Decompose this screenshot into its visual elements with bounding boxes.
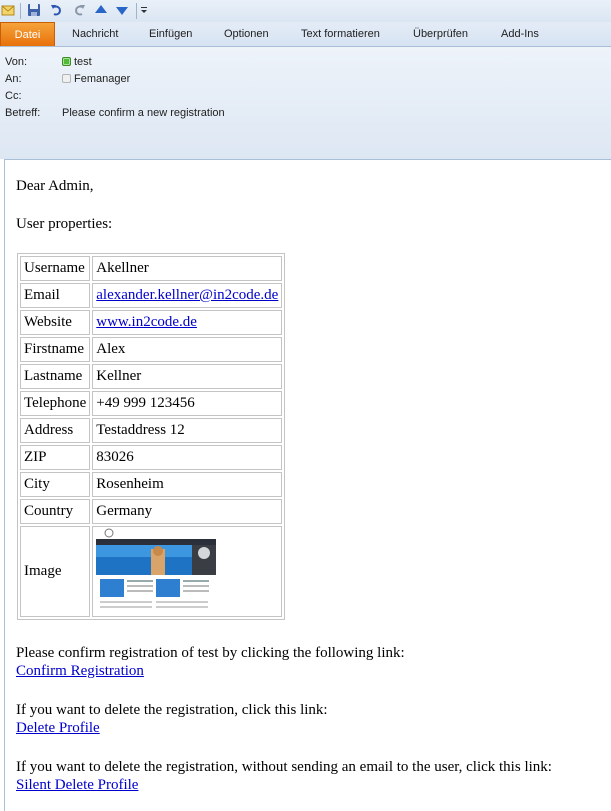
property-link[interactable]: alexander.kellner@in2code.de: [96, 287, 278, 303]
silent-delete-profile-link[interactable]: Silent Delete Profile: [16, 776, 138, 794]
message-body: Dear Admin, User properties: Username Ake…: [4, 159, 611, 811]
property-value: Germany: [96, 503, 153, 519]
intro-text: User properties:: [16, 216, 113, 232]
from-value: test: [74, 56, 92, 68]
table-row: ZIP 83026: [20, 445, 283, 470]
delete-profile-link[interactable]: Delete Profile: [16, 719, 100, 737]
to-value: Femanager: [74, 73, 131, 85]
previous-item-icon[interactable]: [94, 3, 108, 17]
property-value: Akellner: [96, 260, 149, 276]
toolbar-separator: [136, 3, 137, 19]
user-properties-table: Username Akellner Email alexander.kellner@i…: [17, 253, 286, 620]
property-value-cell: www.in2code.de: [92, 310, 283, 335]
property-value-cell: alexander.kellner@in2code.de: [92, 283, 283, 308]
greeting: Dear Admin,: [16, 178, 94, 194]
property-value: Testaddress 12: [96, 422, 185, 438]
subject-value: Please confirm a new registration: [62, 107, 225, 119]
property-value: +49 999 123456: [96, 395, 195, 411]
table-row: Image: [20, 526, 283, 617]
table-row: Country Germany: [20, 499, 283, 524]
mail-icon: [1, 5, 15, 16]
property-link[interactable]: www.in2code.de: [96, 314, 197, 330]
property-value: Rosenheim: [96, 476, 164, 492]
customize-toolbar-icon[interactable]: [139, 3, 149, 17]
subject-label: Betreff:: [5, 107, 41, 119]
ribbon-tabs: Datei Nachricht Einfügen Optionen Text f…: [0, 22, 611, 47]
tab-format-text[interactable]: Text formatieren: [301, 22, 380, 46]
property-name: Lastname: [20, 364, 91, 389]
property-name: Website: [20, 310, 91, 335]
property-value-cell: Alex: [92, 337, 283, 362]
table-row: Website www.in2code.de: [20, 310, 283, 335]
next-item-icon[interactable]: [115, 3, 129, 17]
property-value-cell: Testaddress 12: [92, 418, 283, 443]
property-name: Country: [20, 499, 91, 524]
property-value-cell: Germany: [92, 499, 283, 524]
to-field[interactable]: Femanager: [62, 73, 130, 85]
tab-message[interactable]: Nachricht: [72, 22, 118, 46]
property-name: ZIP: [20, 445, 91, 470]
property-name: Address: [20, 418, 91, 443]
confirm-text: Please confirm registration of test by c…: [16, 645, 405, 661]
table-row: Address Testaddress 12: [20, 418, 283, 443]
tab-review[interactable]: Überprüfen: [413, 22, 468, 46]
property-value-cell: Kellner: [92, 364, 283, 389]
user-image-thumbnail: [96, 527, 217, 616]
table-row: City Rosenheim: [20, 472, 283, 497]
property-name: Email: [20, 283, 91, 308]
tab-options[interactable]: Optionen: [224, 22, 269, 46]
toolbar-separator: [20, 3, 21, 19]
property-value-cell: Akellner: [92, 256, 283, 281]
website-screenshot-image: [96, 527, 217, 616]
property-value: Kellner: [96, 368, 142, 384]
table-row: Email alexander.kellner@in2code.de: [20, 283, 283, 308]
property-name: Telephone: [20, 391, 91, 416]
quick-access-toolbar: [0, 0, 611, 22]
property-value-cell: [92, 526, 283, 617]
property-value-cell: 83026: [92, 445, 283, 470]
table-row: Lastname Kellner: [20, 364, 283, 389]
property-name: City: [20, 472, 91, 497]
property-name: Firstname: [20, 337, 91, 362]
undo-icon[interactable]: [50, 3, 64, 17]
from-field[interactable]: test: [62, 56, 92, 68]
property-name: Image: [20, 526, 91, 617]
silent-delete-text: If you want to delete the registration, …: [16, 759, 552, 775]
presence-online-icon: [62, 57, 71, 66]
from-label: Von:: [5, 56, 28, 68]
save-icon[interactable]: [27, 3, 41, 17]
delete-text: If you want to delete the registration, …: [16, 702, 328, 718]
to-label: An:: [5, 73, 22, 85]
tab-add-ins[interactable]: Add-Ins: [501, 22, 539, 46]
table-row: Telephone +49 999 123456: [20, 391, 283, 416]
confirm-registration-link[interactable]: Confirm Registration: [16, 662, 144, 680]
table-row: Firstname Alex: [20, 337, 283, 362]
property-value-cell: Rosenheim: [92, 472, 283, 497]
presence-unknown-icon: [62, 74, 71, 83]
property-name: Username: [20, 256, 91, 281]
cc-label: Cc:: [5, 90, 22, 102]
property-value: Alex: [96, 341, 126, 357]
property-value-cell: +49 999 123456: [92, 391, 283, 416]
tab-file[interactable]: Datei: [0, 22, 55, 46]
message-header: Von: test An: Femanager Cc: Betreff: Ple…: [0, 47, 611, 159]
redo-icon[interactable]: [72, 3, 86, 17]
table-row: Username Akellner: [20, 256, 283, 281]
property-value: 83026: [96, 449, 134, 465]
tab-insert[interactable]: Einfügen: [149, 22, 192, 46]
